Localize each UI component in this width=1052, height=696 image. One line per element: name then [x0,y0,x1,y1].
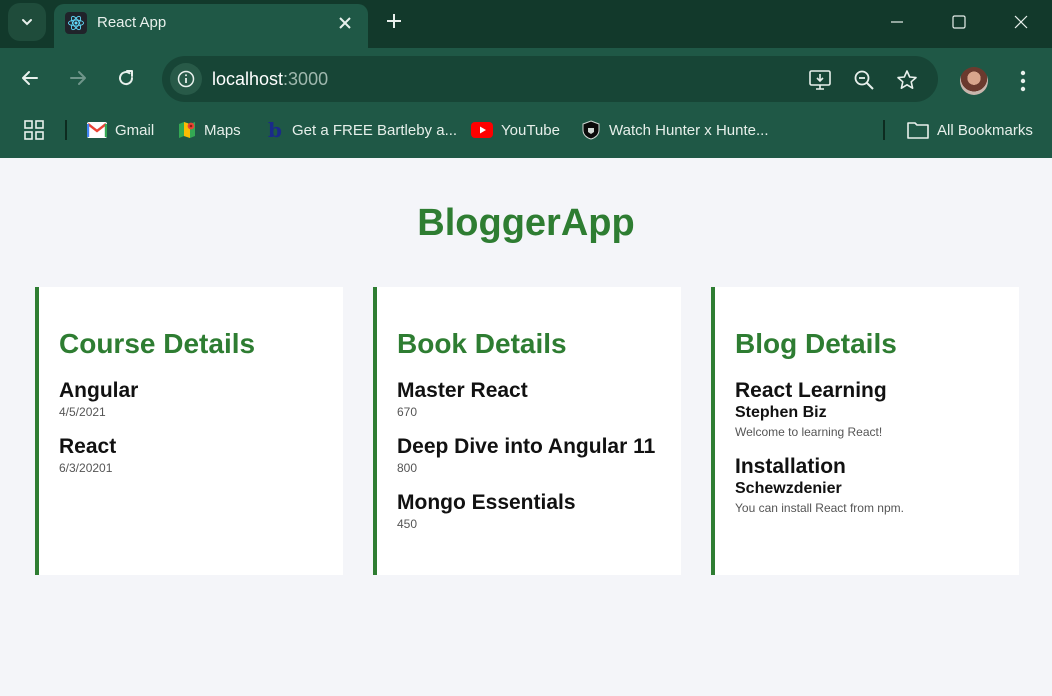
zoom-button[interactable] [851,67,877,93]
shield-icon [582,120,600,140]
bookmark-maps[interactable]: Maps [178,110,241,150]
info-icon [177,70,195,88]
reload-icon [119,70,134,86]
book-name: Master React [397,379,528,402]
blog-content: Welcome to learning React! [735,425,883,439]
card-heading: Blog Details [735,328,897,359]
bookmarks-bar: Gmail Maps b Get a FREE Bartleby a... Yo… [0,110,1052,158]
url-text[interactable]: localhost:3000 [212,69,328,90]
book-price: 450 [397,517,418,531]
close-window-button[interactable] [990,0,1052,44]
react-icon [65,12,87,34]
bookmark-label: Watch Hunter x Hunte... [609,121,769,139]
minimize-icon [891,21,903,23]
book-price: 800 [397,461,418,475]
book-item: Deep Dive into Angular 11 800 [397,435,671,477]
browser-menu-button[interactable] [1010,66,1036,96]
bookmarks-divider [65,120,67,140]
course-details-card: Course Details Angular 4/5/2021 React 6/… [35,287,343,575]
book-list: Master React 670 Deep Dive into Angular … [397,379,671,547]
bookmark-label: Get a FREE Bartleby a... [292,121,458,139]
browser-toolbar: localhost:3000 [0,48,1052,110]
app-title: BloggerApp [417,202,635,244]
url-port: :3000 [283,69,329,89]
blog-title: React Learning [735,379,887,402]
bookmark-hunter[interactable]: Watch Hunter x Hunte... [581,110,769,150]
close-tab-button[interactable] [334,12,356,34]
url-host: localhost [212,69,284,89]
folder-icon [907,122,929,139]
page-content: BloggerApp Course Details Angular 4/5/20… [0,158,1052,696]
profile-avatar[interactable] [960,67,988,95]
book-item: Master React 670 [397,379,671,421]
reload-button[interactable] [111,63,141,93]
tab-strip: React App [0,0,1052,48]
all-bookmarks-label: All Bookmarks [937,121,1033,139]
browser-tab[interactable]: React App [54,4,368,48]
blog-author: Schewzdenier [735,480,842,497]
bookmark-bartleby[interactable]: b Get a FREE Bartleby a... [266,110,457,150]
blog-details-card: Blog Details React Learning Stephen Biz … [711,287,1019,575]
course-date: 4/5/2021 [59,405,106,419]
blog-author: Stephen Biz [735,404,827,421]
book-price: 670 [397,405,418,419]
course-item: React 6/3/20201 [59,435,333,477]
bookmark-youtube[interactable]: YouTube [471,110,560,150]
arrow-right-icon [70,71,86,85]
back-button[interactable] [15,63,45,93]
maps-icon [179,122,195,138]
maximize-icon [952,15,966,29]
plus-icon [387,14,401,28]
minimize-button[interactable] [866,0,928,44]
apps-button[interactable] [24,110,44,150]
close-icon [1014,15,1028,29]
apps-grid-icon [24,120,44,140]
new-tab-button[interactable] [382,9,406,33]
course-list: Angular 4/5/2021 React 6/3/20201 [59,379,333,491]
youtube-icon [471,122,493,138]
book-details-card: Book Details Master React 670 Deep Dive … [373,287,681,575]
course-item: Angular 4/5/2021 [59,379,333,421]
tab-title: React App [97,14,167,31]
site-info-button[interactable] [170,63,202,95]
book-name: Mongo Essentials [397,491,576,514]
book-name: Deep Dive into Angular 11 [397,435,656,458]
book-item: Mongo Essentials 450 [397,491,671,533]
install-app-button[interactable] [807,67,833,93]
bookmark-star-button[interactable] [894,67,920,93]
course-date: 6/3/20201 [59,461,113,475]
blog-item: Installation Schewzdenier You can instal… [735,455,1009,517]
card-heading: Book Details [397,328,567,359]
star-icon [897,70,917,89]
blog-item: React Learning Stephen Biz Welcome to le… [735,379,1009,441]
blog-list: React Learning Stephen Biz Welcome to le… [735,379,1009,531]
gmail-icon [87,122,107,138]
course-name: React [59,435,117,458]
maximize-button[interactable] [928,0,990,44]
zoom-out-icon [854,70,874,90]
bookmark-label: Maps [204,121,241,139]
blog-content: You can install React from npm. [735,501,904,515]
course-name: Angular [59,379,139,402]
address-bar[interactable]: localhost:3000 [162,56,938,102]
close-icon [339,17,351,29]
bookmark-gmail[interactable]: Gmail [87,110,154,150]
more-vertical-icon [1020,70,1026,92]
bookmark-label: Gmail [115,121,155,139]
chevron-down-icon [22,19,32,26]
bartleby-icon: b [268,118,282,142]
arrow-left-icon [22,71,38,85]
bookmarks-divider [883,120,885,140]
blog-title: Installation [735,455,846,478]
forward-button[interactable] [63,63,93,93]
tab-search-button[interactable] [8,3,46,41]
bookmark-label: YouTube [501,121,560,139]
all-bookmarks-button[interactable]: All Bookmarks [907,110,1033,150]
install-icon [809,70,831,90]
card-heading: Course Details [59,328,256,359]
